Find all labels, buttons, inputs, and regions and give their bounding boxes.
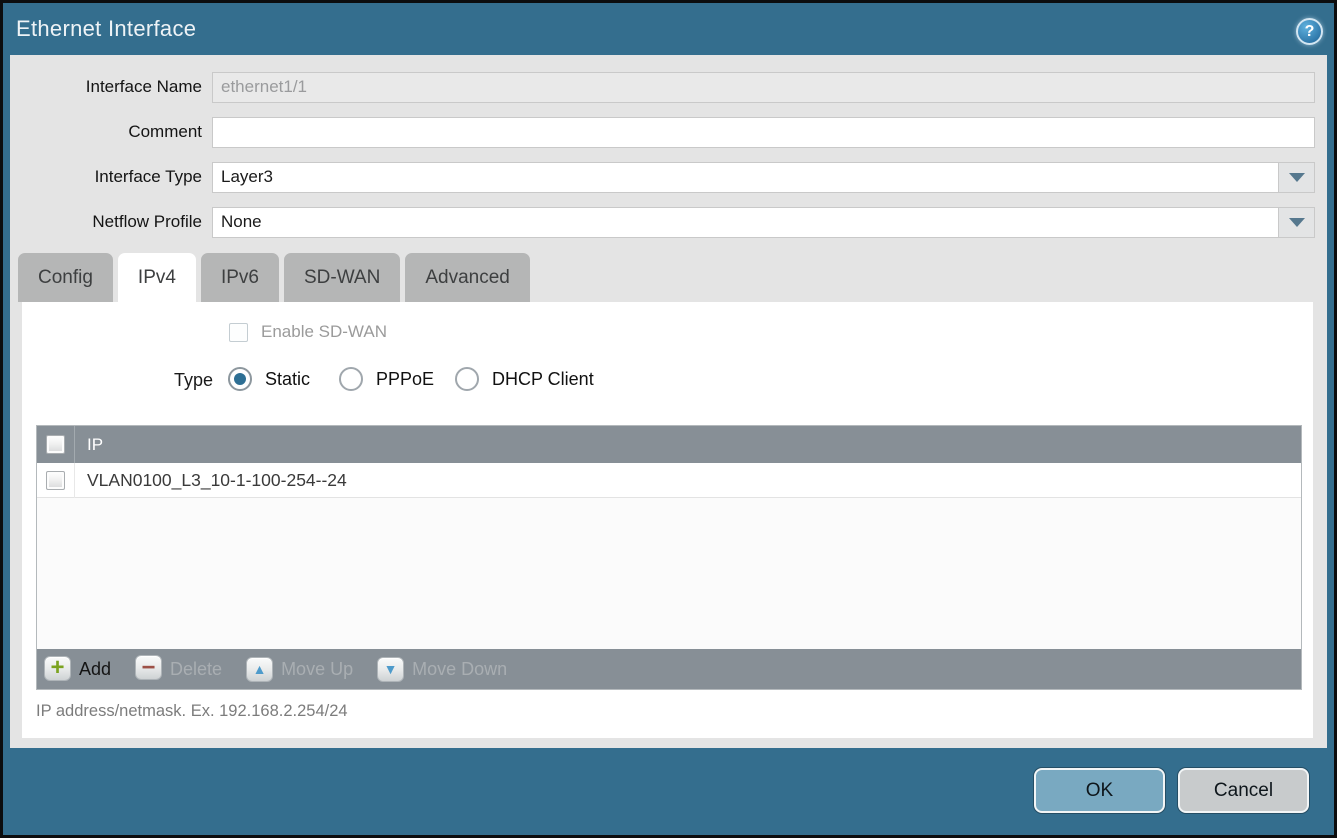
chevron-down-icon xyxy=(1289,173,1305,182)
type-label: Type xyxy=(174,370,213,391)
ok-button[interactable]: OK xyxy=(1034,768,1165,813)
cancel-button[interactable]: Cancel xyxy=(1178,768,1309,813)
move-up-button[interactable]: ▲ Move Up xyxy=(246,657,353,682)
interface-type-row: Interface Type Layer3 xyxy=(10,161,1327,193)
delete-button[interactable]: − Delete xyxy=(135,658,222,680)
row-checkbox[interactable] xyxy=(46,471,65,490)
radio-pppoe-label: PPPoE xyxy=(376,369,434,390)
ip-table: IP VLAN0100_L3_10-1-100-254--24 + Add xyxy=(36,425,1302,690)
type-radio-group: Type Static PPPoE DHCP Client xyxy=(22,366,1313,396)
add-button[interactable]: + Add xyxy=(44,658,111,681)
select-all-checkbox[interactable] xyxy=(46,435,65,454)
interface-name-label: Interface Name xyxy=(10,77,202,97)
netflow-profile-row: Netflow Profile None xyxy=(10,206,1327,238)
interface-type-label: Interface Type xyxy=(10,167,202,187)
radio-dhcp-client[interactable] xyxy=(455,367,479,391)
ip-table-header: IP xyxy=(37,426,1301,463)
radio-pppoe[interactable] xyxy=(339,367,363,391)
netflow-profile-label: Netflow Profile xyxy=(10,212,202,232)
enable-sdwan-row: Enable SD-WAN xyxy=(229,322,387,342)
ip-format-hint: IP address/netmask. Ex. 192.168.2.254/24 xyxy=(36,702,348,721)
move-up-button-label: Move Up xyxy=(281,659,353,680)
table-toolbar: + Add − Delete ▲ Move Up ▼ Move Down xyxy=(37,649,1301,689)
move-down-button-label: Move Down xyxy=(412,659,507,680)
header-checkbox-cell xyxy=(37,435,74,454)
netflow-profile-dropdown-button[interactable] xyxy=(1278,207,1315,238)
ethernet-interface-dialog: Ethernet Interface ? Interface Name Comm… xyxy=(0,0,1337,838)
radio-dot xyxy=(234,373,246,385)
add-icon: + xyxy=(44,656,71,681)
ip-column-header: IP xyxy=(75,435,103,455)
radio-static[interactable] xyxy=(228,367,252,391)
tab-advanced[interactable]: Advanced xyxy=(405,253,530,302)
tab-ipv6[interactable]: IPv6 xyxy=(201,253,279,302)
radio-static-label: Static xyxy=(265,369,310,390)
move-up-icon: ▲ xyxy=(246,657,273,682)
interface-name-input xyxy=(212,72,1315,103)
delete-icon: − xyxy=(135,655,162,680)
dialog-title: Ethernet Interface xyxy=(16,3,196,55)
chevron-down-icon xyxy=(1289,218,1305,227)
add-button-label: Add xyxy=(79,659,111,680)
enable-sdwan-label: Enable SD-WAN xyxy=(261,322,387,342)
ipv4-panel: Enable SD-WAN Type Static PPPoE DHCP Cli… xyxy=(22,302,1313,738)
interface-type-select[interactable]: Layer3 xyxy=(212,162,1279,193)
dialog-titlebar: Ethernet Interface ? xyxy=(3,3,1334,55)
comment-row: Comment xyxy=(10,116,1327,148)
netflow-profile-select[interactable]: None xyxy=(212,207,1279,238)
interface-name-row: Interface Name xyxy=(10,71,1327,103)
enable-sdwan-checkbox xyxy=(229,323,248,342)
tab-strip: Config IPv4 IPv6 SD-WAN Advanced xyxy=(18,253,535,302)
move-down-icon: ▼ xyxy=(377,657,404,682)
radio-dhcp-client-label: DHCP Client xyxy=(492,369,594,390)
interface-type-dropdown-button[interactable] xyxy=(1278,162,1315,193)
dialog-content: Interface Name Comment Interface Type La… xyxy=(10,55,1327,748)
comment-label: Comment xyxy=(10,122,202,142)
row-checkbox-cell xyxy=(37,471,74,490)
tab-ipv4[interactable]: IPv4 xyxy=(118,253,196,302)
ip-cell: VLAN0100_L3_10-1-100-254--24 xyxy=(75,470,347,491)
delete-button-label: Delete xyxy=(170,659,222,680)
help-icon[interactable]: ? xyxy=(1296,18,1323,45)
table-empty-area xyxy=(37,498,1301,649)
table-row[interactable]: VLAN0100_L3_10-1-100-254--24 xyxy=(37,463,1301,498)
tab-config[interactable]: Config xyxy=(18,253,113,302)
tab-sdwan[interactable]: SD-WAN xyxy=(284,253,400,302)
move-down-button[interactable]: ▼ Move Down xyxy=(377,657,507,682)
dialog-footer: OK Cancel xyxy=(3,748,1334,835)
comment-input[interactable] xyxy=(212,117,1315,148)
